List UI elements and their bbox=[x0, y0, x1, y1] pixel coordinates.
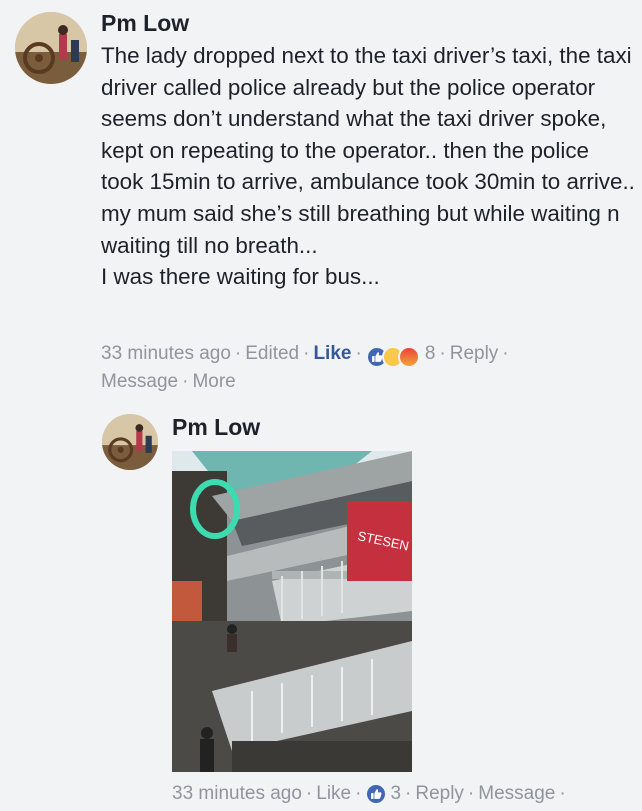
reply-author[interactable]: Pm Low bbox=[172, 414, 260, 441]
reply-timestamp[interactable]: 33 minutes ago bbox=[172, 783, 302, 804]
angry-icon bbox=[397, 345, 420, 368]
reactions-summary[interactable] bbox=[365, 343, 420, 368]
separator: · bbox=[439, 343, 446, 364]
like-icon[interactable] bbox=[365, 783, 388, 805]
separator: · bbox=[303, 343, 310, 364]
separator: · bbox=[234, 343, 242, 364]
reply-meta: 33 minutes ago · Like · 3 · Reply · Message · bbox=[172, 780, 642, 808]
reply-like-button[interactable]: Like bbox=[316, 783, 351, 804]
comment-timestamp[interactable]: 33 minutes ago bbox=[101, 343, 231, 364]
reply-reaction-count[interactable]: 3 bbox=[390, 783, 401, 804]
separator: · bbox=[467, 783, 475, 804]
separator: · bbox=[182, 371, 189, 393]
comment-meta: 33 minutes ago · Edited · Like · 8 · Reply · Messa… bbox=[101, 340, 621, 396]
comment-text: The lady dropped next to the taxi driver… bbox=[101, 43, 635, 290]
edited-label[interactable]: Edited bbox=[245, 343, 299, 364]
more-button[interactable]: More bbox=[192, 371, 235, 392]
like-button[interactable]: Like bbox=[313, 343, 351, 364]
reply-message-button[interactable]: Message bbox=[478, 783, 555, 804]
reply-button[interactable]: Reply bbox=[450, 343, 499, 364]
separator: · bbox=[355, 783, 362, 804]
reply-photo[interactable]: STESEN bbox=[172, 451, 412, 772]
reaction-count[interactable]: 8 bbox=[425, 343, 436, 364]
reply-avatar[interactable] bbox=[102, 414, 158, 470]
separator: · bbox=[559, 783, 566, 804]
message-button[interactable]: Message bbox=[101, 371, 178, 392]
separator: · bbox=[355, 343, 362, 364]
reply-reply-button[interactable]: Reply bbox=[415, 783, 464, 804]
separator: · bbox=[502, 343, 509, 364]
comment-author[interactable]: Pm Low bbox=[101, 10, 189, 37]
separator: · bbox=[305, 783, 313, 804]
separator: · bbox=[405, 783, 412, 804]
avatar[interactable] bbox=[15, 12, 87, 84]
